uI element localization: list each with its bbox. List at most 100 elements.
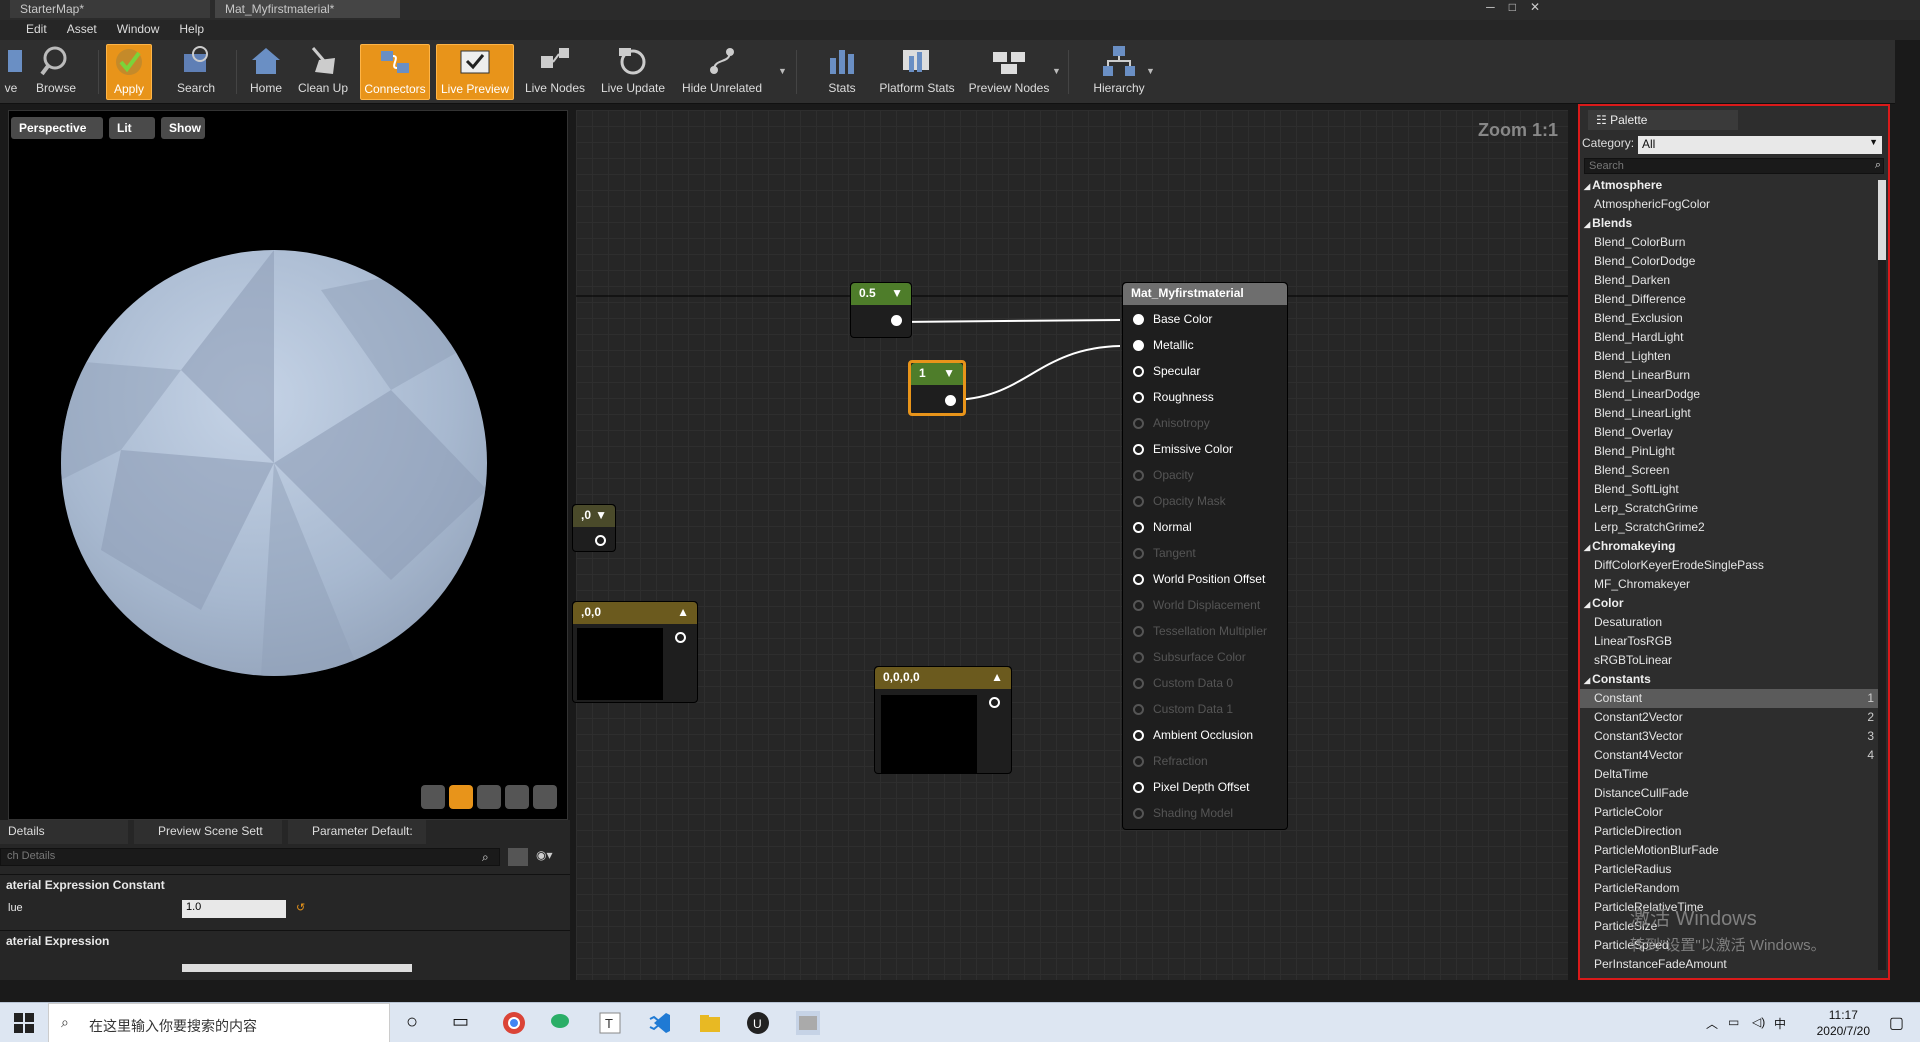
connectors-button[interactable]: Connectors bbox=[360, 44, 430, 100]
palette-category[interactable]: ◢ Constants bbox=[1580, 670, 1880, 689]
menu-edit[interactable]: Edit bbox=[16, 20, 57, 40]
view-options-icon[interactable] bbox=[508, 848, 528, 866]
input-pin[interactable] bbox=[1133, 522, 1144, 533]
ime-indicator[interactable]: 中 bbox=[1774, 1015, 1786, 1032]
expand-arrow-icon[interactable]: ◢ bbox=[1584, 543, 1590, 552]
palette-category[interactable]: ◢ Color bbox=[1580, 594, 1880, 613]
collapse-icon[interactable]: ▼ bbox=[595, 508, 607, 522]
perspective-button[interactable]: Perspective bbox=[11, 117, 103, 139]
mesh-preview-icon[interactable] bbox=[533, 785, 557, 809]
palette-item[interactable]: Blend_SoftLight bbox=[1580, 480, 1880, 499]
stats-button[interactable]: Stats bbox=[818, 44, 866, 100]
minimize-icon[interactable]: ─ bbox=[1486, 0, 1495, 14]
input-pin[interactable] bbox=[1133, 470, 1144, 481]
material-pin-row[interactable]: Emissive Color bbox=[1123, 437, 1233, 463]
output-pin[interactable] bbox=[945, 395, 956, 406]
collapse-icon[interactable]: ▲ bbox=[677, 605, 689, 619]
wechat-icon[interactable] bbox=[550, 1011, 574, 1035]
dropdown-arrow-icon[interactable]: ▼ bbox=[1052, 66, 1061, 76]
palette-scrollbar[interactable] bbox=[1878, 180, 1886, 970]
preview-nodes-button[interactable]: Preview Nodes bbox=[966, 44, 1052, 100]
palette-item[interactable]: Blend_HardLight bbox=[1580, 328, 1880, 347]
palette-item[interactable]: Desaturation bbox=[1580, 613, 1880, 632]
palette-item[interactable]: sRGBToLinear bbox=[1580, 651, 1880, 670]
palette-category[interactable]: ◢ Chromakeying bbox=[1580, 537, 1880, 556]
material-pin-row[interactable]: Shading Model bbox=[1123, 801, 1233, 827]
dropdown-arrow-icon[interactable]: ▼ bbox=[1146, 66, 1155, 76]
clean-up-button[interactable]: Clean Up bbox=[294, 44, 352, 100]
lit-button[interactable]: Lit bbox=[109, 117, 155, 139]
constant-node-1[interactable]: 1 ▼ bbox=[908, 360, 966, 416]
hide-unrelated-button[interactable]: Hide Unrelated bbox=[678, 44, 766, 100]
scrollbar-thumb[interactable] bbox=[1878, 180, 1886, 260]
input-pin[interactable] bbox=[1133, 548, 1144, 559]
palette-item[interactable]: ParticleRandom bbox=[1580, 879, 1880, 898]
live-update-button[interactable]: Live Update bbox=[596, 44, 670, 100]
output-pin[interactable] bbox=[675, 632, 686, 643]
expand-arrow-icon[interactable]: ◢ bbox=[1584, 220, 1590, 229]
material-pin-row[interactable]: Tangent bbox=[1123, 541, 1196, 567]
palette-item[interactable]: Constant4Vector 4 bbox=[1580, 746, 1880, 765]
palette-item[interactable]: Blend_Lighten bbox=[1580, 347, 1880, 366]
palette-item[interactable]: Blend_Darken bbox=[1580, 271, 1880, 290]
taskbar-search-input[interactable]: ⌕ 在这里输入你要搜索的内容 bbox=[48, 1003, 390, 1042]
material-pin-row[interactable]: Ambient Occlusion bbox=[1123, 723, 1253, 749]
menu-help[interactable]: Help bbox=[169, 20, 214, 40]
material-pin-row[interactable]: World Displacement bbox=[1123, 593, 1260, 619]
tab-details[interactable]: Details bbox=[0, 820, 128, 844]
palette-item[interactable]: DiffColorKeyerErodeSinglePass bbox=[1580, 556, 1880, 575]
material-pin-row[interactable]: Anisotropy bbox=[1123, 411, 1210, 437]
browse-button[interactable]: Browse bbox=[30, 44, 82, 100]
palette-item[interactable]: Constant 1 bbox=[1580, 689, 1880, 708]
palette-item[interactable]: Constant3Vector 3 bbox=[1580, 727, 1880, 746]
palette-item[interactable]: Blend_LinearBurn bbox=[1580, 366, 1880, 385]
typora-icon[interactable]: T bbox=[598, 1011, 622, 1035]
material-pin-row[interactable]: Roughness bbox=[1123, 385, 1214, 411]
input-pin[interactable] bbox=[1133, 392, 1144, 403]
windows-start-icon[interactable] bbox=[12, 1011, 36, 1035]
hierarchy-button[interactable]: Hierarchy bbox=[1088, 44, 1150, 100]
input-pin[interactable] bbox=[1133, 652, 1144, 663]
input-pin[interactable] bbox=[1133, 756, 1144, 767]
search-icon[interactable]: ⌕ bbox=[482, 850, 489, 865]
cortana-icon[interactable]: ○ bbox=[406, 1011, 430, 1035]
palette-item[interactable]: DistanceCullFade bbox=[1580, 784, 1880, 803]
palette-item[interactable]: ParticleDirection bbox=[1580, 822, 1880, 841]
section-material-expression-constant[interactable]: aterial Expression Constant bbox=[0, 874, 570, 896]
material-pin-row[interactable]: Tessellation Multiplier bbox=[1123, 619, 1267, 645]
palette-item[interactable]: Blend_LinearLight bbox=[1580, 404, 1880, 423]
material-pin-row[interactable]: Specular bbox=[1123, 359, 1200, 385]
palette-item[interactable]: Blend_ColorDodge bbox=[1580, 252, 1880, 271]
input-pin[interactable] bbox=[1133, 626, 1144, 637]
collapse-icon[interactable]: ▼ bbox=[891, 286, 903, 300]
section-material-expression[interactable]: aterial Expression bbox=[0, 930, 570, 952]
vscode-icon[interactable] bbox=[648, 1011, 672, 1035]
input-pin[interactable] bbox=[1133, 782, 1144, 793]
constant-node-0-5[interactable]: 0.5 ▼ bbox=[850, 282, 912, 338]
vector-node-partial[interactable]: ,0,0 ▲ bbox=[572, 601, 698, 703]
menu-asset[interactable]: Asset bbox=[57, 20, 107, 40]
palette-item[interactable]: Blend_Exclusion bbox=[1580, 309, 1880, 328]
constant-node-partial[interactable]: ,0 ▼ bbox=[572, 504, 616, 552]
tab-startermap[interactable]: StarterMap* bbox=[10, 0, 210, 18]
network-icon[interactable]: ▭ bbox=[1728, 1015, 1739, 1029]
output-pin[interactable] bbox=[891, 315, 902, 326]
show-button[interactable]: Show bbox=[161, 117, 205, 139]
palette-item[interactable]: Lerp_ScratchGrime bbox=[1580, 499, 1880, 518]
preview-viewport[interactable]: Perspective Lit Show bbox=[8, 110, 568, 820]
palette-item[interactable]: DeltaTime bbox=[1580, 765, 1880, 784]
output-pin[interactable] bbox=[989, 697, 1000, 708]
material-pin-row[interactable]: Pixel Depth Offset bbox=[1123, 775, 1250, 801]
material-graph[interactable]: Zoom 1:1 0.5 ▼ 1 ▼ ,0 ▼ ,0,0 ▲ 0,0,0,0 ▲ Mat_… bbox=[572, 110, 1568, 980]
palette-item[interactable]: ParticleColor bbox=[1580, 803, 1880, 822]
close-icon[interactable]: ✕ bbox=[1530, 0, 1540, 14]
volume-icon[interactable]: ◁) bbox=[1752, 1015, 1765, 1029]
home-button[interactable]: Home bbox=[244, 44, 288, 100]
palette-item[interactable]: ParticleRadius bbox=[1580, 860, 1880, 879]
output-pin[interactable] bbox=[595, 535, 606, 546]
tab-preview-scene-settings[interactable]: Preview Scene Sett bbox=[134, 820, 282, 844]
input-pin[interactable] bbox=[1133, 366, 1144, 377]
vector4-node[interactable]: 0,0,0,0 ▲ bbox=[874, 666, 1012, 774]
palette-category[interactable]: ◢ Blends bbox=[1580, 214, 1880, 233]
dropdown-arrow-icon[interactable]: ▼ bbox=[778, 66, 787, 76]
